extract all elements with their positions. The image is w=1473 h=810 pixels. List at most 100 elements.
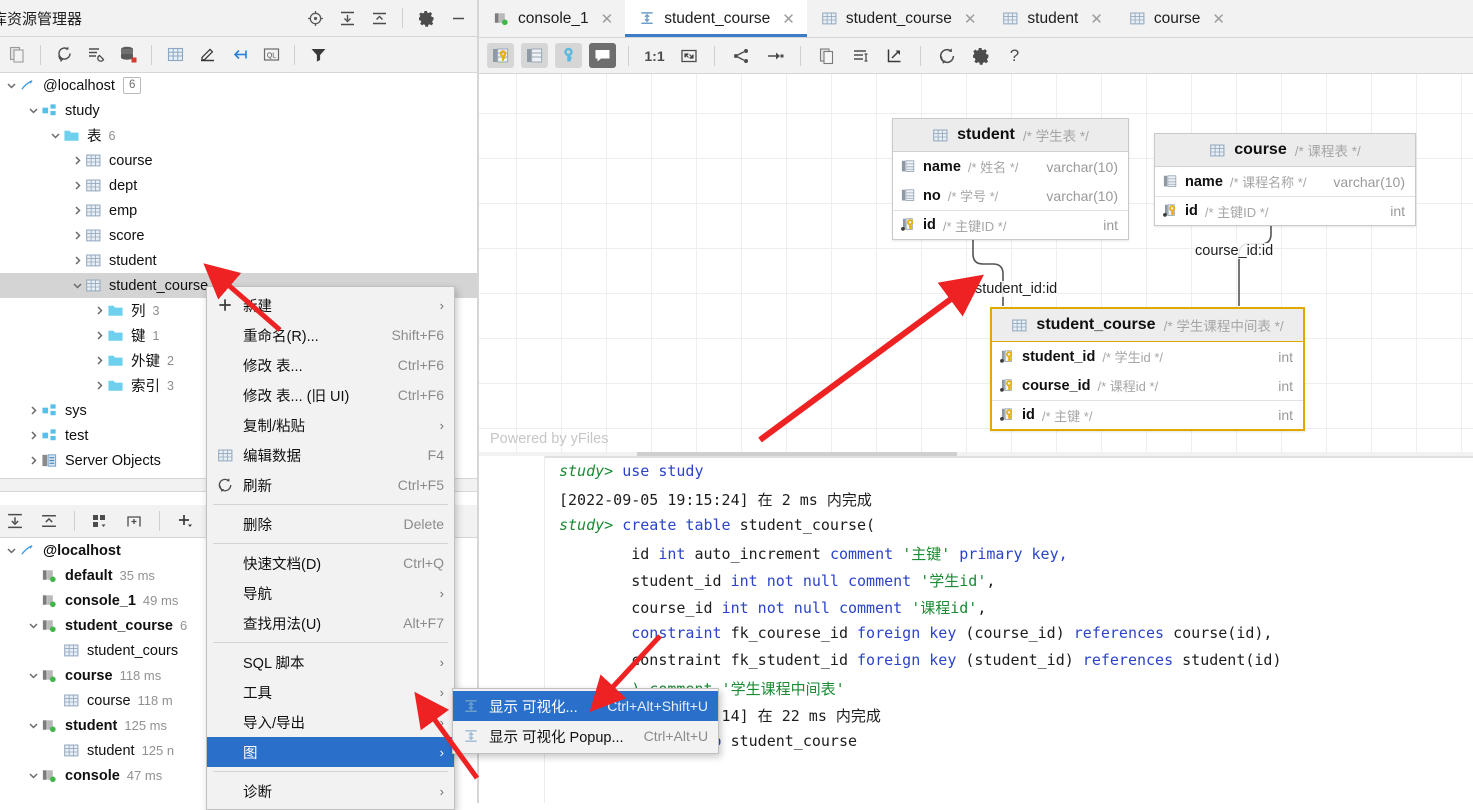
er-table-header[interactable]: student_course /* 学生课程中间表 */ (992, 309, 1303, 342)
menu-item-查找用法-U-[interactable]: 查找用法(U) Alt+F7 (207, 608, 454, 638)
copy-icon[interactable] (813, 43, 840, 68)
disclosure-arrow[interactable] (4, 79, 18, 93)
data-source-icon[interactable] (117, 44, 139, 66)
er-column-row[interactable]: id /* 主键ID */ int (893, 210, 1128, 239)
er-table-header[interactable]: student /* 学生表 */ (893, 119, 1128, 152)
align-icon[interactable] (847, 43, 874, 68)
menu-item-编辑数据[interactable]: 编辑数据 F4 (207, 440, 454, 470)
er-table-student[interactable]: student/* 学生表 */name/* 姓名 */varchar(10) n… (892, 118, 1129, 240)
submenu-item-显示-可视化-Popup-[interactable]: 显示 可视化 Popup... Ctrl+Alt+U (453, 721, 718, 751)
zoom-100-icon[interactable]: 1:1 (641, 43, 668, 68)
er-column-row[interactable]: name /* 姓名 */ varchar(10) (893, 152, 1128, 181)
disclosure-arrow[interactable] (26, 769, 40, 783)
tree-item-student[interactable]: student (0, 248, 479, 273)
menu-item-刷新[interactable]: 刷新 Ctrl+F5 (207, 470, 454, 500)
tree-item-emp[interactable]: emp (0, 198, 479, 223)
menu-item-导入-导出[interactable]: 导入/导出 › (207, 707, 454, 737)
menu-item-删除[interactable]: 删除 Delete (207, 509, 454, 539)
layout-hierarchic-icon[interactable] (727, 43, 754, 68)
show-comments-icon[interactable] (589, 43, 616, 68)
disclosure-arrow[interactable] (26, 404, 40, 418)
sql-wrench-icon[interactable] (85, 44, 107, 66)
disclosure-arrow[interactable] (26, 669, 40, 683)
disclosure-arrow[interactable] (26, 454, 40, 468)
tree-item-表[interactable]: 表6 (0, 123, 479, 148)
er-column-row[interactable]: no /* 学号 */ varchar(10) (893, 181, 1128, 210)
disclosure-arrow[interactable] (70, 279, 84, 293)
refresh-icon[interactable] (53, 44, 75, 66)
disclosure-arrow[interactable] (70, 179, 84, 193)
disclosure-arrow[interactable] (4, 544, 18, 558)
jump-to-icon[interactable] (228, 44, 250, 66)
er-table-course[interactable]: course /* 课程表 */ name /* 课程名称 */ varchar(10)… (1154, 133, 1416, 226)
layout-orthogonal-icon[interactable] (761, 43, 788, 68)
disclosure-arrow[interactable] (26, 569, 40, 583)
menu-item-诊断[interactable]: 诊断 › (207, 776, 454, 806)
group-by-icon[interactable] (89, 510, 111, 532)
minimize-icon[interactable] (449, 9, 467, 27)
disclosure-arrow[interactable] (26, 104, 40, 118)
fit-content-icon[interactable] (675, 43, 702, 68)
copy-icon[interactable] (6, 44, 28, 66)
collapse-all-icon[interactable] (38, 510, 60, 532)
er-column-row[interactable]: student_id /* 学生id */ int (992, 342, 1303, 371)
menu-item-复制-粘贴[interactable]: 复制/粘贴 › (207, 410, 454, 440)
collapse-all-icon[interactable] (370, 9, 388, 27)
disclosure-arrow[interactable] (70, 229, 84, 243)
menu-item-SQL-脚本[interactable]: SQL 脚本 › (207, 647, 454, 677)
diagram-canvas[interactable]: Powered by yFiles student /* 学生表 */ name /*… (479, 74, 1473, 456)
tab-course[interactable]: course ✕ (1115, 0, 1237, 37)
show-keys-icon[interactable] (487, 43, 514, 68)
close-icon[interactable]: ✕ (1212, 10, 1225, 28)
export-icon[interactable] (881, 43, 908, 68)
tab-student_course[interactable]: student_course ✕ (807, 0, 989, 37)
expand-all-icon[interactable] (338, 9, 356, 27)
disclosure-arrow[interactable] (92, 329, 106, 343)
er-column-row[interactable]: course_id /* 课程id */ int (992, 371, 1303, 400)
disclosure-arrow[interactable] (48, 694, 62, 708)
close-icon[interactable]: ✕ (1090, 10, 1103, 28)
er-column-row[interactable]: id /* 主键ID */ int (1155, 196, 1415, 225)
menu-item-图[interactable]: 图 › (207, 737, 454, 767)
expand-all-icon[interactable] (4, 510, 26, 532)
disclosure-arrow[interactable] (70, 204, 84, 218)
filter-icon[interactable] (307, 44, 329, 66)
show-key-only-icon[interactable] (555, 43, 582, 68)
submenu-item-显示-可视化-[interactable]: 显示 可视化... Ctrl+Alt+Shift+U (453, 691, 718, 721)
tree-item-dept[interactable]: dept (0, 173, 479, 198)
disclosure-arrow[interactable] (70, 154, 84, 168)
diagram-submenu[interactable]: 显示 可视化... Ctrl+Alt+Shift+U 显示 可视化 Popup...… (452, 688, 719, 754)
new-tab-icon[interactable] (123, 510, 145, 532)
menu-item-工具[interactable]: 工具 › (207, 677, 454, 707)
disclosure-arrow[interactable] (26, 594, 40, 608)
disclosure-arrow[interactable] (48, 644, 62, 658)
help-icon[interactable]: ? (1001, 43, 1028, 68)
tree-item-study[interactable]: study (0, 98, 479, 123)
er-table-header[interactable]: course /* 课程表 */ (1155, 134, 1415, 167)
show-columns-icon[interactable] (521, 43, 548, 68)
table-context-menu[interactable]: 新建 › 重命名(R)... Shift+F6 修改 表... Ctrl+F6 修改 表..… (206, 286, 455, 810)
menu-item-导航[interactable]: 导航 › (207, 578, 454, 608)
refresh-icon[interactable] (933, 43, 960, 68)
menu-item-修改-表-旧-UI-[interactable]: 修改 表... (旧 UI) Ctrl+F6 (207, 380, 454, 410)
edit-icon[interactable] (196, 44, 218, 66)
query-console-icon[interactable]: QL (260, 44, 282, 66)
disclosure-arrow[interactable] (48, 744, 62, 758)
tab-console_1[interactable]: console_1 ✕ (479, 0, 625, 37)
tree-item-course[interactable]: course (0, 148, 479, 173)
disclosure-arrow[interactable] (26, 719, 40, 733)
gear-icon[interactable] (417, 9, 435, 27)
add-icon[interactable] (174, 510, 196, 532)
tree-item-score[interactable]: score (0, 223, 479, 248)
disclosure-arrow[interactable] (48, 129, 62, 143)
close-icon[interactable]: ✕ (782, 10, 795, 28)
disclosure-arrow[interactable] (26, 429, 40, 443)
tree-item-@localhost[interactable]: @localhost 6 (0, 73, 479, 98)
menu-item-新建[interactable]: 新建 › (207, 290, 454, 320)
er-table-student_course[interactable]: student_course/* 学生课程中间表 */student_id/* … (990, 307, 1305, 431)
disclosure-arrow[interactable] (70, 254, 84, 268)
settings-icon[interactable] (967, 43, 994, 68)
disclosure-arrow[interactable] (26, 619, 40, 633)
er-column-row[interactable]: id /* 主键 */ int (992, 400, 1303, 429)
er-column-row[interactable]: name /* 课程名称 */ varchar(10) (1155, 167, 1415, 196)
